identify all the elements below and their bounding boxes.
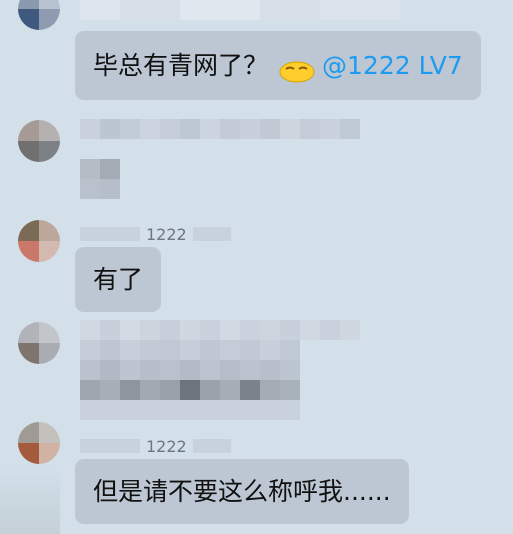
avatar[interactable] <box>18 322 60 364</box>
pixelated-message <box>80 0 400 20</box>
pixelated-name <box>192 227 231 241</box>
pixelated-message <box>80 340 300 360</box>
sender-line: 1222 <box>80 224 231 244</box>
background-decoration <box>0 470 60 534</box>
sender-label: 1222 <box>146 224 187 244</box>
pixelated-message <box>80 380 300 400</box>
pixelated-message <box>80 360 300 380</box>
sender-line: 1222 <box>80 436 231 456</box>
message-bubble[interactable]: 毕总有青网了？ @1222 LV7 <box>75 31 481 100</box>
pixelated-name <box>80 227 140 241</box>
pixelated-image <box>80 159 120 179</box>
avatar[interactable] <box>18 0 60 30</box>
message-text: 毕总有青网了？ <box>93 51 269 80</box>
mention-link[interactable]: @1222 LV7 <box>322 53 463 78</box>
message-text: 有了 <box>93 265 144 294</box>
pixelated-message <box>80 320 360 340</box>
message-text: 但是请不要这么称呼我...... <box>93 477 391 506</box>
pixelated-image <box>80 179 120 199</box>
pixelated-name <box>192 439 231 453</box>
pixelated-message <box>80 119 360 139</box>
sleeping-face-emoji-icon <box>278 57 316 83</box>
avatar[interactable] <box>18 220 60 262</box>
pixelated-name <box>80 439 140 453</box>
pixelated-message <box>80 400 300 420</box>
message-bubble[interactable]: 但是请不要这么称呼我...... <box>75 459 409 524</box>
sender-label: 1222 <box>146 436 187 456</box>
avatar[interactable] <box>18 422 60 464</box>
avatar[interactable] <box>18 120 60 162</box>
message-bubble[interactable]: 有了 <box>75 247 162 312</box>
